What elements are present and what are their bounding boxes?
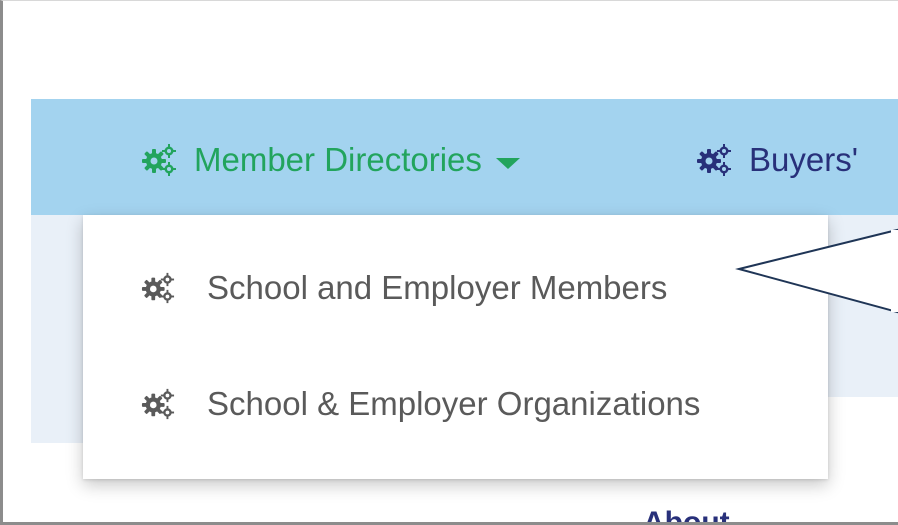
dropdown-item-school-employer-organizations[interactable]: School & Employer Organizations [141,385,700,423]
nav-buyers[interactable]: Buyers' [696,141,858,179]
dropdown-item-label: School and Employer Members [207,269,668,306]
gears-icon [141,388,175,420]
gears-icon [697,144,731,176]
partial-about-link[interactable]: About [643,497,730,522]
page-background-band-lower [31,397,86,443]
nav-member-directories-label: Member Directories [194,141,482,178]
dropdown-item-label: School & Employer Organizations [207,385,701,422]
nav-member-directories[interactable]: Member Directories [141,141,520,179]
member-directories-dropdown: School and Employer Members School & Emp… [83,215,828,479]
nav-buyers-label: Buyers' [749,141,859,178]
gears-icon [142,144,176,176]
screenshot-frame: Member Directories Buyers' About School … [0,0,898,525]
dropdown-item-school-employer-members[interactable]: School and Employer Members [141,269,667,307]
caret-down-icon [495,157,520,169]
gears-icon [141,272,175,304]
